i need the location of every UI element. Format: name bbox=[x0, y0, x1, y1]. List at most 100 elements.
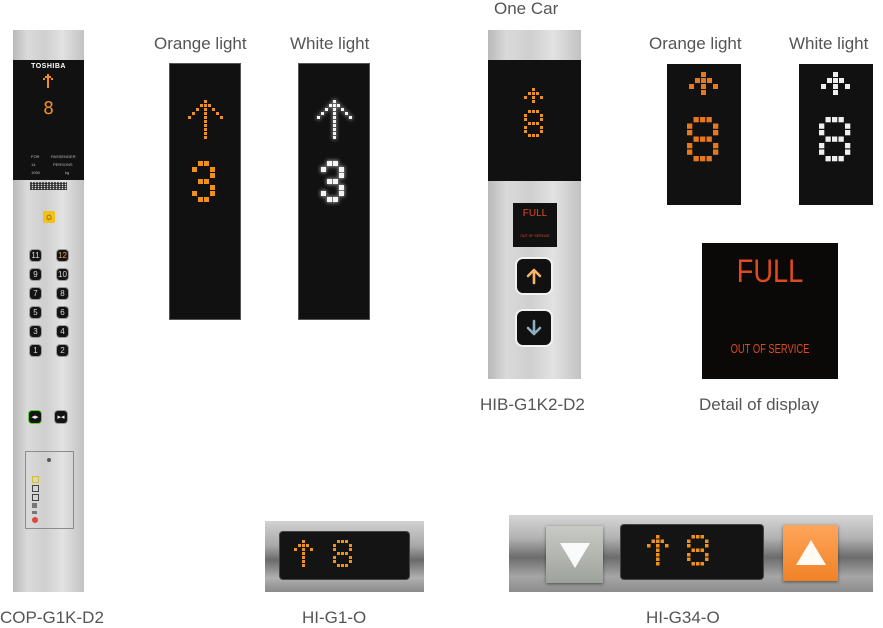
digit-8-dot bbox=[540, 130, 543, 133]
floor-button-10[interactable]: 10 bbox=[57, 269, 68, 280]
cop-floor-indicator: 8 bbox=[43, 98, 54, 119]
digit-8-dot bbox=[687, 143, 693, 149]
arrow-up-dot bbox=[656, 535, 660, 539]
digit-8-dot bbox=[713, 123, 719, 129]
door-close-button[interactable]: ▸◂ bbox=[55, 411, 67, 423]
digit-3-dot bbox=[204, 179, 209, 184]
floor-button-2[interactable]: 2 bbox=[57, 345, 68, 356]
digit-8-dot bbox=[528, 122, 531, 125]
digit-8-dot bbox=[333, 560, 336, 563]
digit-8-dot bbox=[687, 149, 693, 155]
arrow-up-dot bbox=[333, 136, 336, 139]
digit-8-dot bbox=[687, 123, 693, 129]
digit-8-dot bbox=[696, 548, 700, 552]
hib-panel: FULL OUT OF SERVICE bbox=[488, 30, 581, 379]
door-open-button[interactable]: ◂▸ bbox=[29, 411, 41, 423]
digit-8-dot bbox=[687, 544, 691, 548]
digit-3-dot bbox=[210, 167, 215, 172]
floor-button-6[interactable]: 6 bbox=[57, 307, 68, 318]
arrow-up-dot bbox=[349, 116, 352, 119]
floor-button-7[interactable]: 7 bbox=[30, 288, 41, 299]
digit-8-dot bbox=[691, 548, 695, 552]
hi-g34-indicator bbox=[509, 515, 873, 592]
cop-arrow-up-icon bbox=[43, 74, 53, 88]
brand-logo: TOSHIBA bbox=[31, 63, 66, 70]
arrow-up-dot bbox=[647, 544, 651, 548]
hi-g34-down-lamp[interactable] bbox=[546, 526, 603, 583]
arrow-up-dot bbox=[333, 112, 336, 115]
instruction-icon-3 bbox=[32, 494, 39, 501]
floor-button-8[interactable]: 8 bbox=[57, 288, 68, 299]
digit-8-dot bbox=[524, 130, 527, 133]
digit-3-dot bbox=[210, 173, 215, 178]
digit-8-dot bbox=[700, 548, 704, 552]
hall-down-button[interactable] bbox=[517, 311, 551, 345]
arrow-up-dot bbox=[333, 128, 336, 131]
capacity-line-3-right: kg bbox=[65, 170, 70, 175]
arrow-up-dot bbox=[713, 84, 718, 89]
digit-8-dot bbox=[687, 130, 693, 136]
floor-button-5[interactable]: 5 bbox=[30, 307, 41, 318]
arrow-up-dot bbox=[188, 116, 191, 119]
hib-status-sub: OUT OF SERVICE bbox=[520, 234, 550, 238]
arrow-up-dot bbox=[532, 96, 535, 99]
arrow-up-dot bbox=[325, 108, 328, 111]
triangle-down-icon bbox=[559, 542, 590, 568]
digit-8-dot bbox=[693, 156, 699, 162]
arrow-up-dot bbox=[833, 84, 838, 89]
digit-8-dot bbox=[341, 564, 344, 567]
digit-8-dot bbox=[536, 122, 539, 125]
digit-8-dot bbox=[696, 535, 700, 539]
floor-button-3[interactable]: 3 bbox=[30, 326, 41, 337]
arrow-up-dot bbox=[333, 116, 336, 119]
hi-g34-up-lamp[interactable] bbox=[783, 525, 838, 581]
arrow-up-dot bbox=[333, 124, 336, 127]
digit-8-dot bbox=[691, 535, 695, 539]
arrow-up-dot bbox=[827, 78, 832, 83]
arrow-up-dot bbox=[204, 100, 207, 103]
hib-dotmatrix bbox=[524, 88, 543, 137]
arrow-up-dot bbox=[536, 92, 539, 95]
arrow-up-dot bbox=[204, 116, 207, 119]
instruction-plate bbox=[25, 451, 74, 529]
arrow-down-icon bbox=[526, 319, 542, 336]
alarm-button[interactable] bbox=[43, 211, 55, 223]
tall-white-display bbox=[298, 63, 370, 320]
arrow-up-dot bbox=[656, 544, 660, 548]
hib-status-display: FULL OUT OF SERVICE bbox=[513, 203, 557, 247]
digit-8-dot bbox=[524, 114, 527, 117]
floor-button-1[interactable]: 1 bbox=[30, 345, 41, 356]
digit-8-dot bbox=[687, 557, 691, 561]
floor-button-4[interactable]: 4 bbox=[57, 326, 68, 337]
floor-button-12[interactable]: 12 bbox=[57, 250, 68, 261]
small-white-display bbox=[799, 64, 873, 205]
digit-8-dot bbox=[705, 544, 709, 548]
floor-button-9[interactable]: 9 bbox=[30, 269, 41, 280]
capacity-line-3-left: 1050 bbox=[31, 170, 40, 175]
digit-8-dot bbox=[693, 136, 699, 142]
arrow-up-dot bbox=[302, 548, 305, 551]
capacity-line-1-right: PASSENGER bbox=[51, 154, 76, 159]
hall-up-button[interactable] bbox=[517, 259, 551, 293]
arrow-up-dot bbox=[196, 108, 199, 111]
arrow-up-dot bbox=[204, 128, 207, 131]
caption-cop: COP-G1K-D2 bbox=[0, 608, 104, 627]
instruction-icon-5 bbox=[32, 511, 37, 514]
capacity-line-2-right: PERSONS bbox=[53, 162, 73, 167]
digit-8-dot bbox=[700, 156, 706, 162]
arrow-up-dot bbox=[701, 84, 706, 89]
floor-button-11[interactable]: 11 bbox=[30, 250, 41, 261]
arrow-up-dot bbox=[333, 108, 336, 111]
arrow-up-dot bbox=[298, 544, 301, 547]
digit-8-dot bbox=[700, 562, 704, 566]
digit-3-dot bbox=[210, 185, 215, 190]
arrow-up-dot bbox=[656, 553, 660, 557]
arrow-up-dot bbox=[833, 90, 838, 95]
digit-8-dot bbox=[349, 556, 352, 559]
caption-hib: HIB-G1K2-D2 bbox=[480, 395, 585, 414]
arrow-up-dot bbox=[302, 552, 305, 555]
digit-3-dot bbox=[204, 197, 209, 202]
hi-g1-display bbox=[280, 532, 409, 579]
digit-8-dot bbox=[540, 126, 543, 129]
digit-8-dot bbox=[819, 143, 825, 149]
